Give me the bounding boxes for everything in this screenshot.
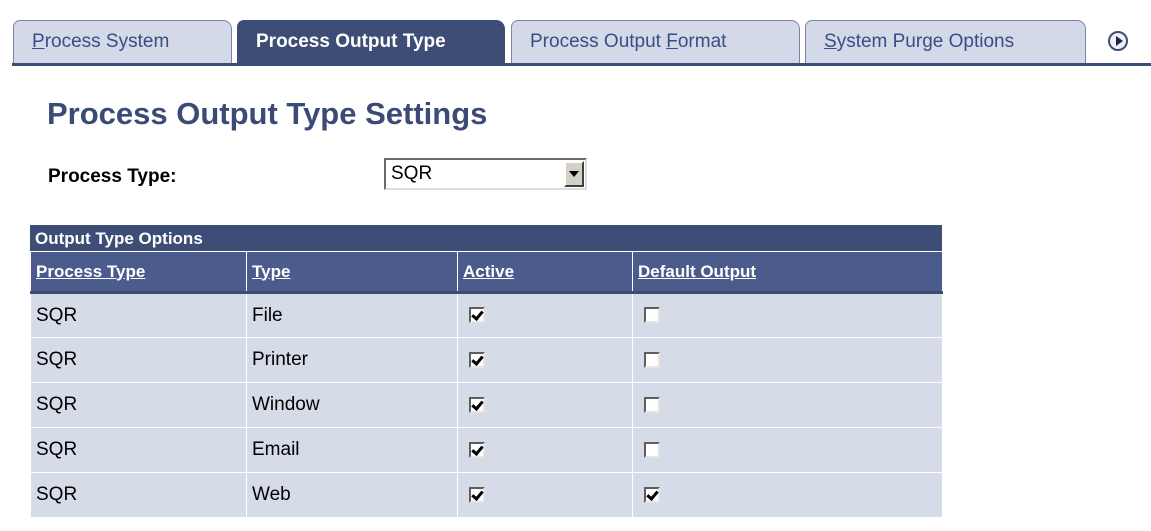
active-checkbox[interactable] (469, 396, 485, 413)
cell-type: Web (246, 472, 458, 518)
table-row: SQR Printer (30, 337, 943, 383)
process-type-value: SQR (391, 163, 433, 184)
output-type-table: Process Type Type Active Default Output … (30, 251, 943, 518)
header-default-output[interactable]: Default Output (632, 251, 943, 294)
table-row: SQR Web (30, 472, 943, 518)
default-output-checkbox[interactable] (644, 307, 660, 324)
cell-active (457, 292, 633, 338)
header-active[interactable]: Active (457, 251, 633, 294)
cell-process-type: SQR (30, 292, 247, 338)
default-output-checkbox[interactable] (644, 441, 660, 458)
grid-caption: Output Type Options (30, 225, 942, 251)
table-row: SQR File (30, 292, 943, 338)
table-header-row: Process Type Type Active Default Output (30, 251, 943, 294)
cell-process-type: SQR (30, 472, 247, 518)
active-checkbox[interactable] (469, 441, 485, 458)
cell-default-output (632, 337, 943, 383)
tab-scroll-right-button[interactable] (1104, 24, 1132, 58)
cell-active (457, 427, 633, 473)
active-checkbox[interactable] (469, 486, 485, 503)
tab-strip: Process System Process Output Type Proce… (0, 0, 1151, 66)
dropdown-arrow-icon[interactable] (564, 161, 584, 187)
cell-active (457, 337, 633, 383)
cell-type: Email (246, 427, 458, 473)
default-output-checkbox[interactable] (644, 396, 660, 413)
cell-type: Printer (246, 337, 458, 383)
tab-divider (12, 63, 1151, 66)
cell-process-type: SQR (30, 382, 247, 428)
cell-default-output (632, 382, 943, 428)
tab-system-purge-options[interactable]: System Purge Options (805, 20, 1086, 63)
active-checkbox[interactable] (469, 351, 485, 368)
tab-process-system[interactable]: Process System (13, 20, 232, 63)
page-title: Process Output Type Settings (47, 96, 488, 131)
cell-active (457, 472, 633, 518)
cell-default-output (632, 472, 943, 518)
circle-right-arrow-icon (1108, 31, 1128, 51)
cell-default-output (632, 292, 943, 338)
cell-process-type: SQR (30, 337, 247, 383)
cell-process-type: SQR (30, 427, 247, 473)
table-row: SQR Email (30, 427, 943, 473)
cell-active (457, 382, 633, 428)
tab-process-output-type[interactable]: Process Output Type (237, 20, 505, 63)
tab-process-output-format[interactable]: Process Output Format (511, 20, 800, 63)
cell-type: File (246, 292, 458, 338)
process-type-select[interactable]: SQR (384, 158, 587, 190)
default-output-checkbox[interactable] (644, 486, 660, 503)
cell-type: Window (246, 382, 458, 428)
table-row: SQR Window (30, 382, 943, 428)
cell-default-output (632, 427, 943, 473)
header-type[interactable]: Type (246, 251, 458, 294)
default-output-checkbox[interactable] (644, 351, 660, 368)
active-checkbox[interactable] (469, 307, 485, 324)
output-type-options-grid: Output Type Options Process Type Type Ac… (30, 225, 943, 518)
header-process-type[interactable]: Process Type (30, 251, 247, 294)
process-type-label: Process Type: (48, 166, 177, 187)
